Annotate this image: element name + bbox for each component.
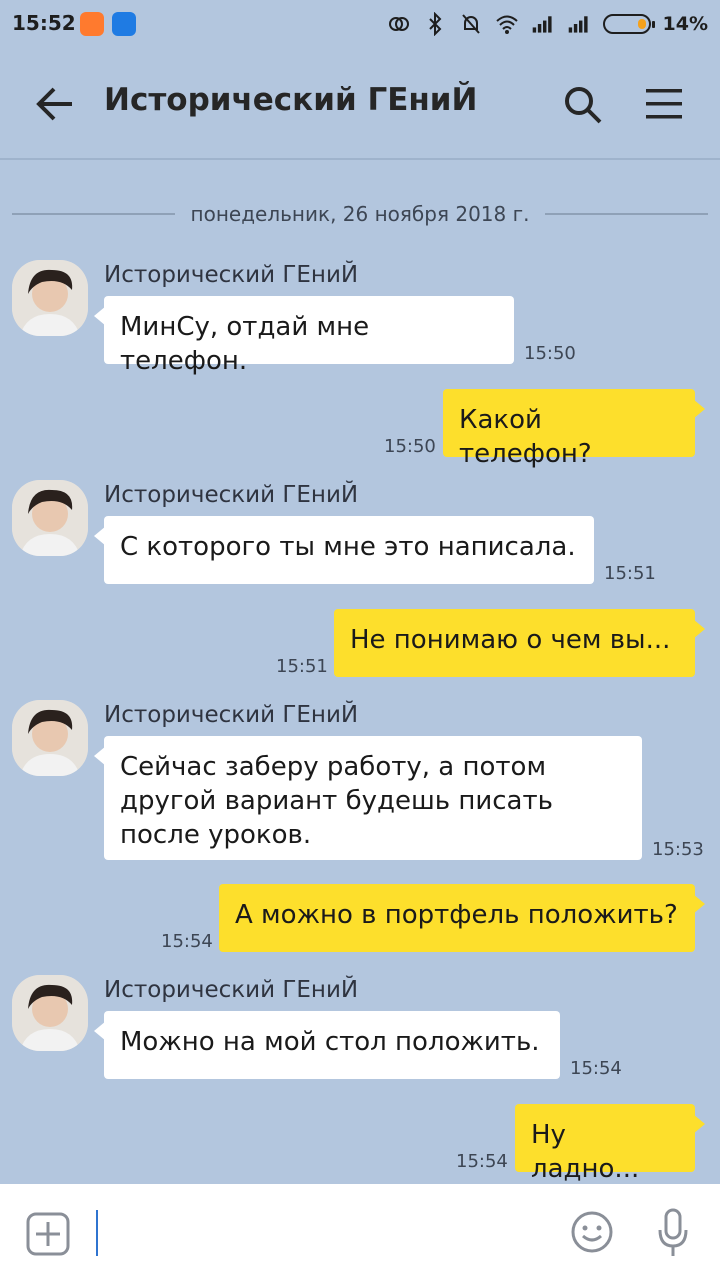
- battery-icon: [602, 14, 655, 34]
- back-arrow-icon[interactable]: [34, 84, 76, 124]
- signal-icon: [532, 16, 552, 33]
- message-time: 15:51: [276, 656, 328, 677]
- sender-name: Исторический ГЕниЙ: [104, 262, 359, 288]
- chat-title[interactable]: Исторический ГЕниЙ: [104, 82, 477, 118]
- message-bubble-outgoing[interactable]: Не понимаю о чем вы...: [334, 609, 705, 677]
- message-time: 15:51: [604, 563, 656, 584]
- shazam-icon: [112, 12, 136, 36]
- menu-icon[interactable]: [644, 86, 684, 122]
- signal-icon-2: [568, 16, 588, 33]
- composer-bar: [0, 1184, 720, 1280]
- wifi-icon: [495, 15, 518, 34]
- message-bubble-incoming[interactable]: С которого ты мне это написала.: [94, 516, 594, 584]
- sender-name: Исторический ГЕниЙ: [104, 702, 359, 728]
- message-time: 15:50: [524, 343, 576, 364]
- message-text: МинСу, отдай мне телефон.: [120, 312, 370, 376]
- plus-icon[interactable]: [26, 1212, 70, 1256]
- message-bubble-incoming[interactable]: МинСу, отдай мне телефон.: [94, 296, 514, 376]
- message-time: 15:54: [161, 931, 213, 952]
- sender-avatar[interactable]: [12, 480, 88, 556]
- bluetooth-icon: [428, 12, 441, 36]
- status-time: 15:52: [12, 11, 76, 35]
- message-time: 15:50: [384, 436, 436, 457]
- message-time: 15:54: [456, 1151, 508, 1172]
- sync-icon: [388, 17, 409, 31]
- sender-avatar[interactable]: [12, 975, 88, 1051]
- notification-app-icon: [80, 12, 104, 36]
- message-text: Ну ладно...: [531, 1120, 640, 1184]
- message-text: Сейчас заберу работу, а потом другой вар…: [120, 752, 553, 850]
- text-cursor: [96, 1210, 98, 1256]
- mute-bell-icon: [461, 14, 480, 34]
- search-icon[interactable]: [562, 84, 604, 126]
- message-text: Какой телефон?: [459, 405, 592, 469]
- sender-name: Исторический ГЕниЙ: [104, 977, 359, 1003]
- battery-percent: 14%: [662, 13, 708, 35]
- status-bar: 15:52 14%: [0, 0, 720, 48]
- message-bubble-incoming[interactable]: Сейчас заберу работу, а потом другой вар…: [94, 736, 642, 860]
- chat-header: Исторический ГЕниЙ: [0, 48, 720, 160]
- message-time: 15:54: [570, 1058, 622, 1079]
- message-bubble-outgoing[interactable]: А можно в портфель положить?: [219, 884, 705, 952]
- message-text: С которого ты мне это написала.: [120, 532, 576, 562]
- message-time: 15:53: [652, 839, 704, 860]
- date-separator: понедельник, 26 ноября 2018 г.: [12, 200, 708, 228]
- sender-avatar[interactable]: [12, 260, 88, 336]
- message-bubble-incoming[interactable]: Можно на мой стол положить.: [94, 1011, 560, 1079]
- message-bubble-outgoing[interactable]: Какой телефон?: [443, 389, 705, 469]
- emoji-icon[interactable]: [570, 1210, 614, 1254]
- message-text: А можно в портфель положить?: [235, 900, 678, 930]
- sender-name: Исторический ГЕниЙ: [104, 482, 359, 508]
- message-bubble-outgoing[interactable]: Ну ладно...: [515, 1104, 705, 1184]
- status-icons: 14%: [387, 10, 708, 38]
- message-input[interactable]: [102, 1210, 546, 1258]
- message-text: Можно на мой стол положить.: [120, 1027, 540, 1057]
- message-text: Не понимаю о чем вы...: [350, 625, 671, 655]
- date-label: понедельник, 26 ноября 2018 г.: [190, 202, 530, 226]
- sender-avatar[interactable]: [12, 700, 88, 776]
- microphone-icon[interactable]: [656, 1208, 690, 1258]
